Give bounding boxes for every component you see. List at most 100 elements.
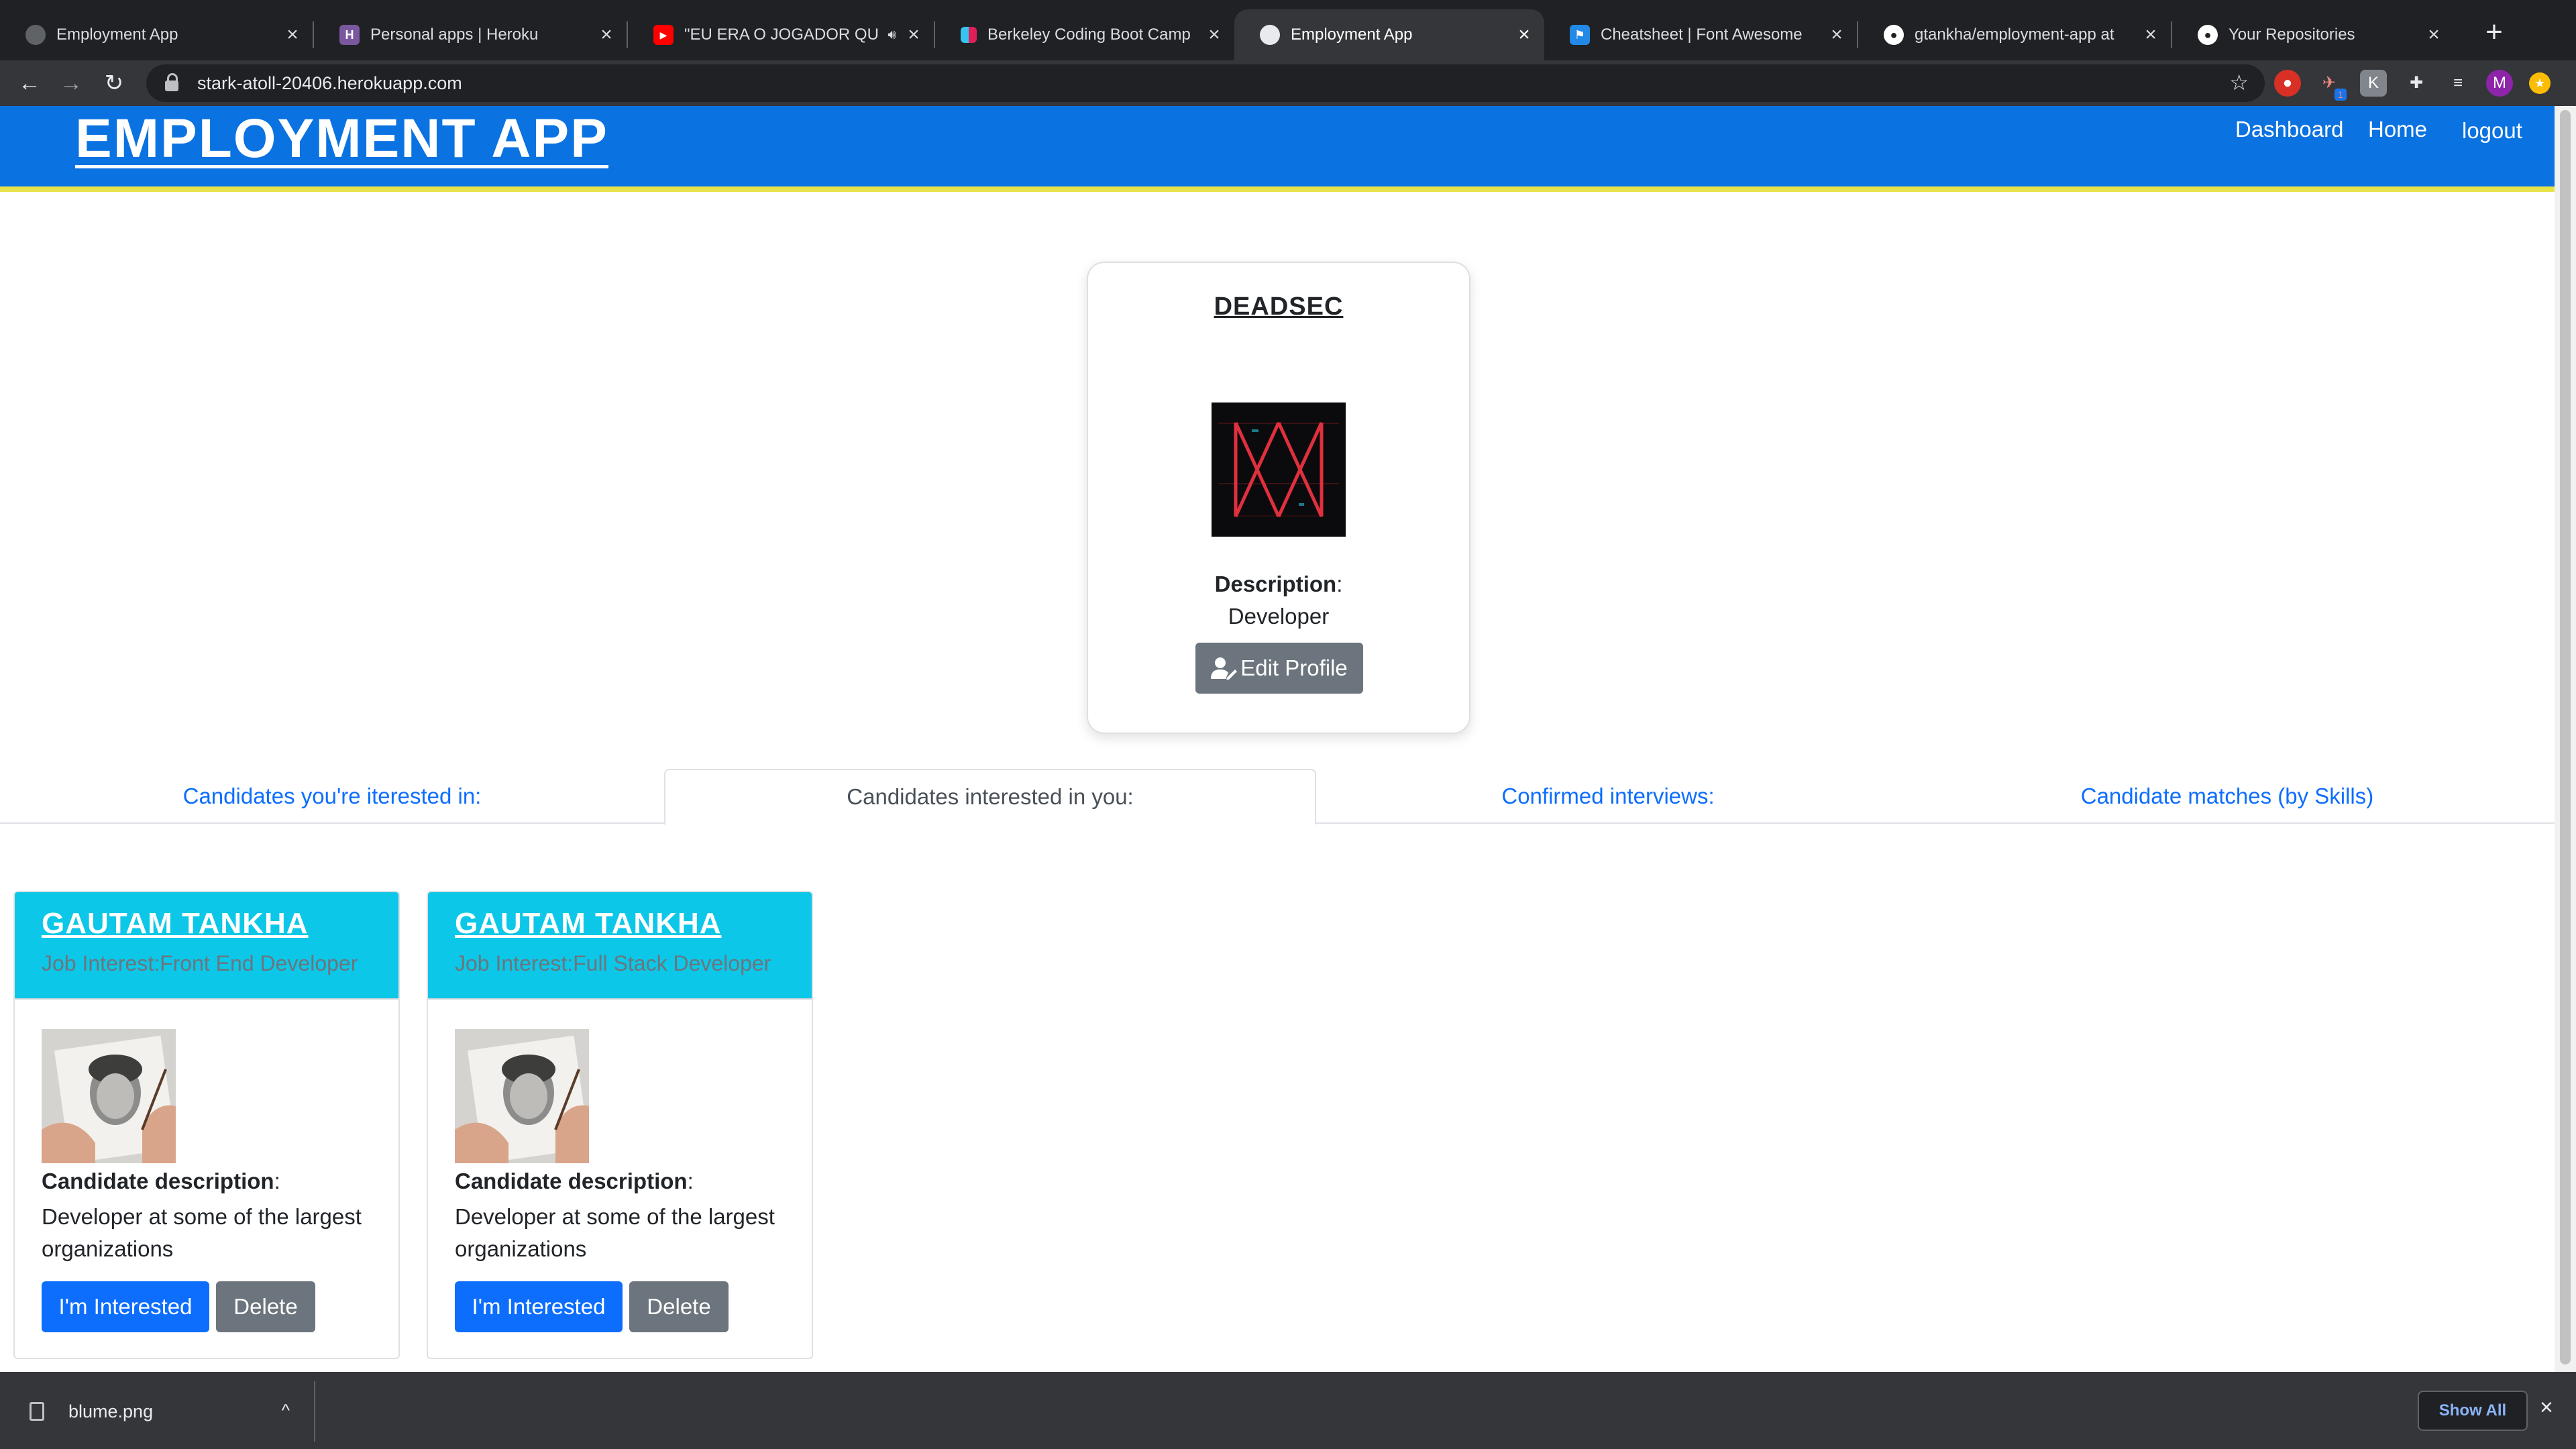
user-edit-icon <box>1211 657 1238 680</box>
browser-tab-active[interactable]: Employment App × <box>1234 9 1544 60</box>
youtube-icon: ▶ <box>653 25 674 45</box>
tab-confirmed-interviews[interactable]: Confirmed interviews: <box>1316 769 1900 824</box>
edit-profile-label: Edit Profile <box>1240 655 1348 680</box>
page-content: EMPLOYMENT APP Dashboard Home logout DEA… <box>0 106 2555 1372</box>
puzzle-icon[interactable]: ✚ <box>2403 70 2430 97</box>
github-icon: ● <box>1884 25 1904 45</box>
download-shelf: blume.png ^ Show All × <box>0 1372 2576 1449</box>
profile-description-label: Description: <box>1214 572 1343 596</box>
scrollbar-thumb[interactable] <box>2560 110 2571 1364</box>
browser-tab[interactable]: H Personal apps | Heroku × <box>314 9 627 60</box>
candidate-description-label-text: Candidate description <box>455 1169 688 1193</box>
github-icon: ● <box>2198 25 2218 45</box>
portrait-sketch-icon <box>455 1029 589 1163</box>
font-awesome-icon: ⚑ <box>1570 25 1590 45</box>
download-item[interactable]: blume.png ^ <box>0 1381 315 1442</box>
deadsec-logo-icon <box>1212 402 1346 537</box>
browser-tab-title: "EU ERA O JOGADOR QU <box>684 25 879 44</box>
close-icon[interactable]: × <box>1823 23 1850 46</box>
delete-button[interactable]: Delete <box>216 1281 315 1332</box>
browser-tab[interactable]: ⚑ Cheatsheet | Font Awesome × <box>1544 9 1857 60</box>
globe-icon <box>25 25 46 45</box>
extension-icon[interactable]: ● <box>2274 70 2301 97</box>
close-icon[interactable]: × <box>2420 23 2447 46</box>
close-icon[interactable]: × <box>2540 1395 2553 1421</box>
profile-name: DEADSEC <box>1214 292 1344 321</box>
tab-candidates-interested-in-you[interactable]: Candidates interested in you: <box>664 769 1316 825</box>
download-filename: blume.png <box>68 1401 154 1421</box>
browser-tab-strip: Employment App × H Personal apps | Herok… <box>0 0 2576 60</box>
candidate-description-label: Candidate description: <box>455 1169 694 1193</box>
candidate-card-header: GAUTAM TANKHA Job Interest:Full Stack De… <box>428 892 812 1000</box>
browser-tab-title: Personal apps | Heroku <box>370 25 539 44</box>
browser-tab-title: Employment App <box>1291 25 1413 44</box>
chevron-up-icon[interactable]: ^ <box>282 1400 290 1421</box>
back-icon[interactable]: ← <box>12 66 47 101</box>
browser-tab-title: Your Repositories <box>2229 25 2355 44</box>
extension-badge-icon[interactable]: ✈ 1 <box>2316 70 2347 101</box>
profile-description: Developer <box>1228 604 1330 629</box>
portrait-sketch-icon <box>42 1029 176 1163</box>
heroku-icon: H <box>339 25 360 45</box>
browser-tab[interactable]: ● Your Repositories × <box>2172 9 2454 60</box>
candidate-photo <box>42 1029 176 1163</box>
candidate-job-interest: Job Interest:Front End Developer <box>42 951 358 975</box>
candidate-job-interest: Job Interest:Full Stack Developer <box>455 951 771 975</box>
avatar[interactable]: M <box>2486 70 2513 97</box>
extension-badge-count: 1 <box>2334 89 2347 101</box>
browser-tab-title: Cheatsheet | Font Awesome <box>1601 25 1803 44</box>
candidate-card: GAUTAM TANKHA Job Interest:Full Stack De… <box>427 891 813 1359</box>
page-scrollbar[interactable] <box>2555 106 2576 1372</box>
candidate-card-header: GAUTAM TANKHA Job Interest:Front End Dev… <box>15 892 398 1000</box>
browser-tab[interactable]: Employment App × <box>0 9 313 60</box>
reload-icon[interactable]: ↻ <box>97 66 131 101</box>
close-icon[interactable]: × <box>1201 23 1228 46</box>
address-bar[interactable]: stark-atoll-20406.herokuapp.com ☆ <box>146 64 2265 102</box>
browser-tab[interactable]: ● gtankha/employment-app at × <box>1858 9 2171 60</box>
file-icon <box>30 1402 44 1421</box>
candidate-card: GAUTAM TANKHA Job Interest:Front End Dev… <box>13 891 400 1359</box>
browser-tab[interactable]: ▶ "EU ERA O JOGADOR QU 🔊︎ × <box>628 9 934 60</box>
app-header: EMPLOYMENT APP Dashboard Home logout <box>0 106 2555 192</box>
url-text: stark-atoll-20406.herokuapp.com <box>197 72 462 93</box>
candidate-name[interactable]: GAUTAM TANKHA <box>42 907 309 941</box>
bookmark-star-icon[interactable]: ☆ <box>2229 70 2249 95</box>
candidate-description-label-text: Candidate description <box>42 1169 274 1193</box>
app-title[interactable]: EMPLOYMENT APP <box>75 107 608 170</box>
close-icon[interactable]: × <box>2137 23 2164 46</box>
candidate-description: Developer at some of the largest organiz… <box>42 1204 362 1261</box>
close-icon[interactable]: × <box>593 23 620 46</box>
nav-link-logout[interactable]: logout <box>2462 118 2522 144</box>
tab-candidates-you-are-interested-in[interactable]: Candidates you're iterested in: <box>0 769 664 824</box>
description-label-text: Description <box>1214 572 1337 596</box>
profile-image <box>1212 402 1346 537</box>
new-tab-button[interactable]: + <box>2475 13 2513 51</box>
avatar-initial: M <box>2493 74 2506 92</box>
browser-tab-title: gtankha/employment-app at <box>1915 25 2114 44</box>
im-interested-button[interactable]: I'm Interested <box>42 1281 209 1332</box>
browser-tab[interactable]: Berkeley Coding Boot Camp × <box>935 9 1234 60</box>
reading-list-icon[interactable]: ≡ <box>2445 70 2471 97</box>
close-icon[interactable]: × <box>900 23 927 46</box>
candidate-description-label: Candidate description: <box>42 1169 280 1193</box>
candidate-name[interactable]: GAUTAM TANKHA <box>455 907 722 941</box>
candidate-description: Developer at some of the largest organiz… <box>455 1204 775 1261</box>
lock-icon <box>165 73 178 91</box>
close-icon[interactable]: × <box>1511 23 1538 46</box>
browser-tab-title: Berkeley Coding Boot Camp <box>987 25 1191 44</box>
profile-card: DEADSEC Description: Developer Edit Prof… <box>1087 262 1470 734</box>
nav-link-dashboard[interactable]: Dashboard <box>2235 117 2343 142</box>
tab-candidate-matches[interactable]: Candidate matches (by Skills) <box>1900 769 2555 824</box>
speaker-icon[interactable]: 🔊︎ <box>888 28 896 43</box>
candidate-tabs: Candidates you're iterested in: Candidat… <box>0 769 2555 825</box>
extension-icon[interactable]: K <box>2360 70 2387 97</box>
edit-profile-button[interactable]: Edit Profile <box>1195 643 1363 694</box>
show-all-button[interactable]: Show All <box>2418 1391 2528 1431</box>
close-icon[interactable]: × <box>279 23 306 46</box>
delete-button[interactable]: Delete <box>629 1281 729 1332</box>
nav-link-home[interactable]: Home <box>2368 117 2427 142</box>
forward-icon[interactable]: → <box>54 66 89 101</box>
extension-icon[interactable]: ★ <box>2529 72 2551 94</box>
im-interested-button[interactable]: I'm Interested <box>455 1281 623 1332</box>
browser-tab-title: Employment App <box>56 25 178 44</box>
